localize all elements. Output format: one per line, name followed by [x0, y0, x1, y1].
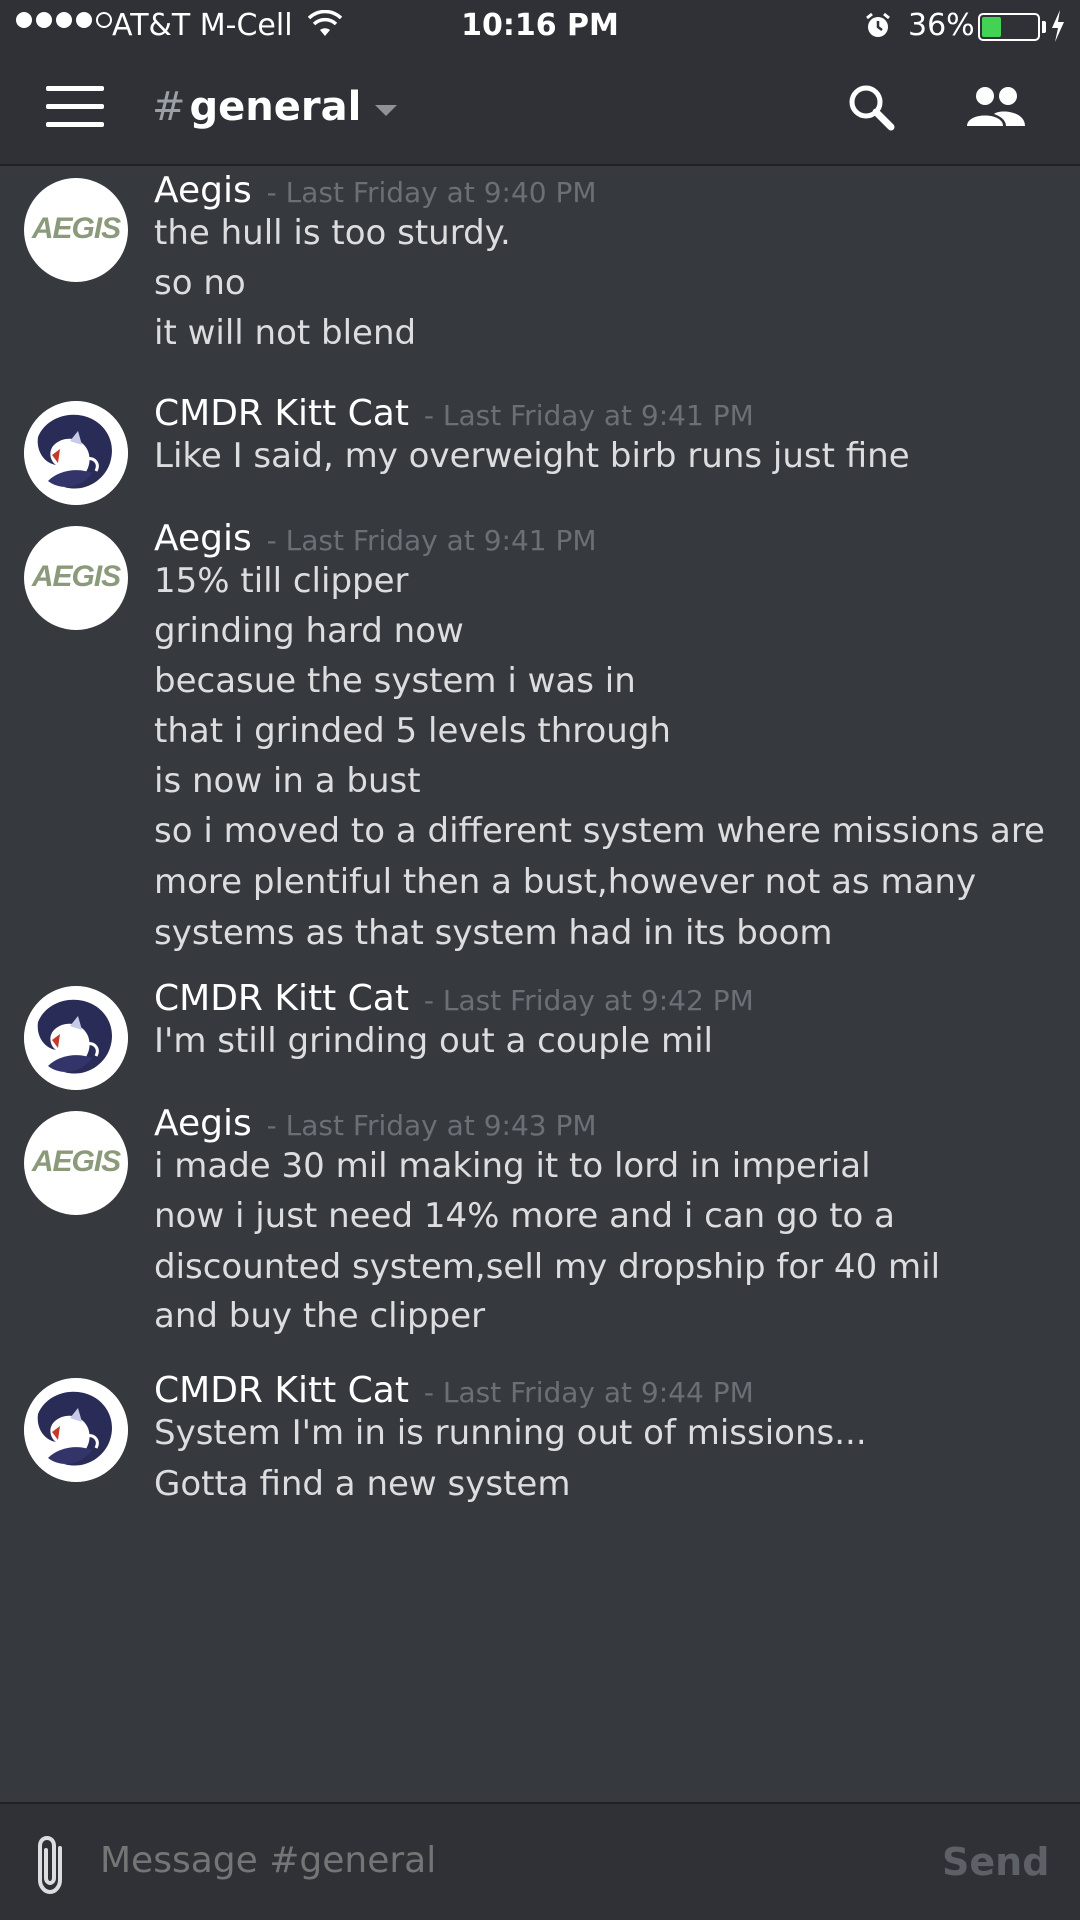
message-author[interactable]: Aegis - Last Friday at 9:43 PM	[154, 1103, 597, 1144]
message-text: System I'm in is running out of missions…	[154, 1413, 867, 1504]
message-author[interactable]: CMDR Kitt Cat - Last Friday at 9:44 PM	[154, 1370, 754, 1411]
paperclip-icon[interactable]	[30, 1834, 72, 1900]
message-author[interactable]: CMDR Kitt Cat - Last Friday at 9:42 PM	[154, 978, 754, 1019]
avatar-logo-text: AEGIS	[31, 212, 121, 245]
hash-symbol: #	[152, 84, 186, 130]
message-text: so no	[154, 263, 246, 303]
message-text: the hull is too sturdy.	[154, 213, 511, 253]
message-text: and buy the clipper	[154, 1296, 486, 1336]
search-icon[interactable]	[846, 82, 896, 136]
author-name[interactable]: Aegis	[154, 1103, 252, 1144]
avatar[interactable]	[24, 986, 128, 1090]
message-text: that i grinded 5 levels through	[154, 711, 671, 751]
message-text: so i moved to a different system where m…	[154, 811, 1056, 953]
message-group[interactable]: CMDR Kitt Cat - Last Friday at 9:44 PM Sy…	[0, 1370, 1080, 1678]
author-name[interactable]: CMDR Kitt Cat	[154, 978, 409, 1019]
author-name[interactable]: CMDR Kitt Cat	[154, 393, 409, 434]
avatar[interactable]	[24, 401, 128, 505]
top-bar: AT&T M-Cell 10:16 PM 36% # general	[0, 0, 1080, 166]
battery-percent: 36%	[908, 8, 975, 43]
avatar[interactable]: AEGIS	[24, 178, 128, 282]
avatar[interactable]	[24, 1378, 128, 1482]
author-name[interactable]: Aegis	[154, 170, 252, 211]
hamburger-icon[interactable]	[46, 86, 104, 128]
message-timestamp: - Last Friday at 9:40 PM	[257, 176, 597, 209]
message-author[interactable]: Aegis - Last Friday at 9:41 PM	[154, 518, 597, 559]
message-group[interactable]: AEGIS Aegis - Last Friday at 9:43 PM i mad…	[0, 1103, 1080, 1411]
avatar[interactable]: AEGIS	[24, 526, 128, 630]
message-input[interactable]	[100, 1840, 900, 1881]
status-bar: AT&T M-Cell 10:16 PM 36%	[0, 0, 1080, 52]
charging-icon	[1050, 10, 1066, 50]
message-text: now i just need 14% more and i can go to…	[154, 1196, 941, 1287]
avatar-logo-text: AEGIS	[31, 560, 121, 593]
message-text: grinding hard now	[154, 611, 464, 651]
author-name[interactable]: Aegis	[154, 518, 252, 559]
message-timestamp: - Last Friday at 9:42 PM	[414, 984, 754, 1017]
channel-header: # general	[0, 52, 1080, 166]
message-timestamp: - Last Friday at 9:41 PM	[414, 399, 754, 432]
message-author[interactable]: Aegis - Last Friday at 9:40 PM	[154, 170, 597, 211]
message-timestamp: - Last Friday at 9:41 PM	[257, 524, 597, 557]
battery-tip	[1042, 21, 1046, 33]
message-text: is now in a bust	[154, 761, 421, 801]
members-icon[interactable]	[964, 84, 1028, 134]
message-timestamp: - Last Friday at 9:43 PM	[257, 1109, 597, 1142]
message-text: 15% till clipper	[154, 561, 409, 601]
battery-level	[982, 17, 1001, 37]
battery-icon	[978, 13, 1040, 41]
avatar[interactable]: AEGIS	[24, 1111, 128, 1215]
avatar-logo-text: AEGIS	[31, 1145, 121, 1178]
message-text: i made 30 mil making it to lord in imper…	[154, 1146, 871, 1186]
message-list[interactable]: AEGIS Aegis - Last Friday at 9:40 PM the h…	[0, 168, 1080, 1802]
send-button[interactable]: Send	[942, 1840, 1049, 1884]
composer-bar: Send	[0, 1802, 1080, 1920]
author-name[interactable]: CMDR Kitt Cat	[154, 1370, 409, 1411]
chevron-down-icon	[375, 104, 398, 116]
message-text: becasue the system i was in	[154, 661, 636, 701]
channel-name: general	[189, 84, 362, 130]
message-text: it will not blend	[154, 313, 417, 353]
channel-title[interactable]: # general	[152, 84, 398, 130]
message-author[interactable]: CMDR Kitt Cat - Last Friday at 9:41 PM	[154, 393, 754, 434]
message-text: I'm still grinding out a couple mil	[154, 1021, 713, 1061]
message-text: Like I said, my overweight birb runs jus…	[154, 436, 910, 476]
alarm-icon	[864, 12, 892, 48]
message-group[interactable]: AEGIS Aegis - Last Friday at 9:41 PM 15% t…	[0, 518, 1080, 953]
message-timestamp: - Last Friday at 9:44 PM	[414, 1376, 754, 1409]
